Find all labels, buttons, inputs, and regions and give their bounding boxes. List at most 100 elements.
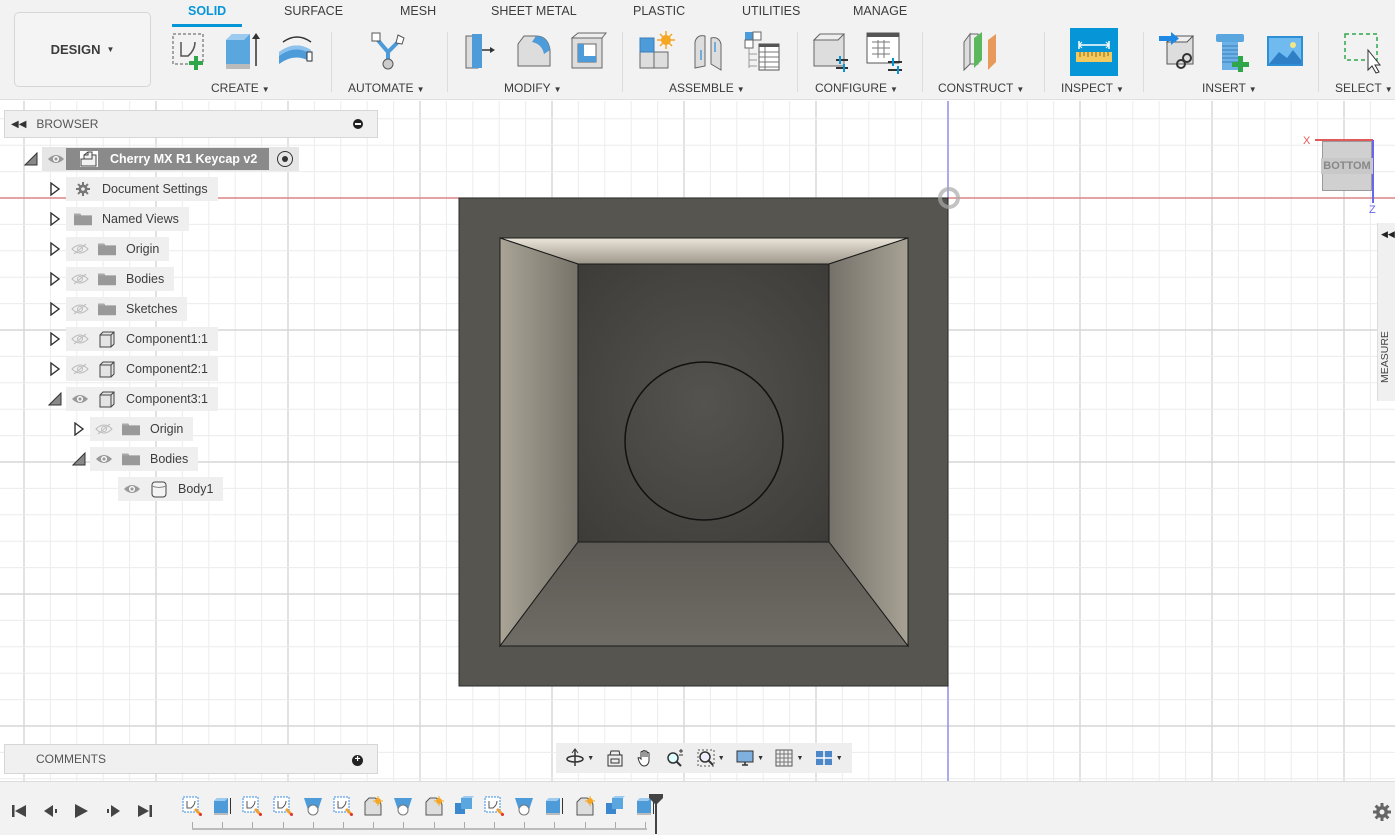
modify-menu[interactable]: MODIFY ▼: [504, 81, 562, 95]
timeline-feature-sketch[interactable]: [273, 796, 293, 816]
tab-mesh[interactable]: MESH: [400, 4, 436, 18]
look-at-button[interactable]: [605, 747, 625, 769]
tree-item-box[interactable]: Origin: [90, 417, 194, 441]
tree-item-box[interactable]: Bodies: [66, 267, 175, 291]
shell-icon[interactable]: [568, 30, 608, 74]
automate-icon[interactable]: [368, 30, 408, 74]
visibility-eye-icon[interactable]: [46, 152, 66, 166]
timeline-feature-sketch[interactable]: [333, 796, 353, 816]
expand-toggle-icon[interactable]: [48, 272, 62, 286]
tree-item[interactable]: Document Settings: [48, 177, 218, 201]
measure-panel[interactable]: ◀◀ MEASURE: [1377, 223, 1395, 401]
configuration-table-icon[interactable]: [864, 30, 904, 74]
tree-item-box[interactable]: Sketches: [66, 297, 188, 321]
keycap-model[interactable]: [0, 101, 1395, 781]
tree-item-box[interactable]: Origin: [66, 237, 170, 261]
activate-component-radio[interactable]: [277, 151, 294, 167]
hidden-eye-icon[interactable]: [70, 302, 90, 316]
revolve-icon[interactable]: [275, 30, 315, 74]
tree-item[interactable]: Sketches: [48, 297, 188, 321]
timeline-feature-fillet[interactable]: [575, 796, 595, 816]
timeline-feature-sketch[interactable]: [242, 796, 263, 816]
timeline-feature-fillet[interactable]: [363, 796, 384, 816]
collapse-toggle-icon[interactable]: [72, 452, 86, 466]
create-menu[interactable]: CREATE ▼: [211, 81, 270, 95]
tree-item[interactable]: Component2:1: [48, 357, 219, 381]
tab-sheet-metal[interactable]: SHEET METAL: [491, 4, 577, 18]
tree-item[interactable]: Origin: [72, 417, 194, 441]
hidden-eye-icon[interactable]: [70, 332, 90, 346]
tab-utilities[interactable]: UTILITIES: [742, 4, 800, 18]
tree-item-box[interactable]: Component1:1: [66, 327, 219, 351]
timeline-feature-sketch[interactable]: [484, 796, 504, 816]
collapse-toggle-icon[interactable]: [24, 152, 38, 166]
step-forward-button[interactable]: [104, 802, 122, 820]
timeline-feature-sketch[interactable]: [182, 796, 202, 816]
expand-toggle-icon[interactable]: [48, 362, 62, 376]
assemble-menu[interactable]: ASSEMBLE ▼: [669, 81, 745, 95]
minimize-browser-icon[interactable]: [353, 119, 363, 129]
tree-item-box[interactable]: Named Views: [66, 207, 189, 231]
new-component-icon[interactable]: [636, 30, 676, 74]
hidden-eye-icon[interactable]: [94, 422, 114, 436]
timeline-feature-hole[interactable]: [393, 796, 413, 816]
timeline-settings-button[interactable]: [1372, 802, 1392, 822]
expand-toggle-icon[interactable]: [48, 302, 62, 316]
expand-toggle-icon[interactable]: [72, 422, 86, 436]
tab-manage[interactable]: MANAGE: [853, 4, 907, 18]
inspect-menu[interactable]: INSPECT ▼: [1061, 81, 1124, 95]
grid-settings-button[interactable]: ▼: [774, 747, 803, 769]
play-button[interactable]: [72, 802, 90, 820]
insert-canvas-icon[interactable]: [1265, 30, 1305, 74]
timeline-feature-extrude[interactable]: [212, 796, 232, 816]
tree-item[interactable]: Component1:1: [48, 327, 219, 351]
expand-toggle-icon[interactable]: [48, 242, 62, 256]
visibility-eye-icon[interactable]: [70, 392, 90, 406]
tree-item-box[interactable]: Bodies: [90, 447, 199, 471]
tree-item-box[interactable]: Component3:1: [66, 387, 219, 411]
extrude-icon[interactable]: [222, 30, 262, 74]
timeline-feature-hole[interactable]: [303, 796, 323, 816]
tab-solid[interactable]: SOLID: [188, 4, 226, 18]
comments-panel[interactable]: COMMENTS +: [4, 744, 378, 774]
orbit-button[interactable]: ▼: [565, 747, 594, 769]
automate-menu[interactable]: AUTOMATE ▼: [348, 81, 424, 95]
go-to-end-button[interactable]: [136, 802, 154, 820]
tree-root[interactable]: Cherry MX R1 Keycap v2: [24, 147, 300, 171]
tree-item-box[interactable]: Body1: [118, 477, 224, 501]
timeline-feature-extrude[interactable]: [544, 796, 564, 816]
viewcube[interactable]: BOTTOM: [1321, 141, 1373, 191]
insert-menu[interactable]: INSERT ▼: [1202, 81, 1257, 95]
select-menu[interactable]: SELECT ▼: [1335, 81, 1393, 95]
step-back-button[interactable]: [42, 802, 60, 820]
collapse-browser-icon[interactable]: ◀◀: [11, 119, 26, 130]
measure-icon[interactable]: [1070, 28, 1118, 76]
timeline-marker[interactable]: [648, 794, 664, 834]
tree-item[interactable]: Component3:1: [48, 387, 219, 411]
tree-item-box[interactable]: Document Settings: [66, 177, 218, 201]
hidden-eye-icon[interactable]: [70, 362, 90, 376]
tree-item[interactable]: Origin: [48, 237, 170, 261]
timeline-feature-hole[interactable]: [514, 796, 534, 816]
browser-panel-header[interactable]: ◀◀ BROWSER: [4, 110, 378, 138]
fit-button[interactable]: ▼: [696, 747, 725, 769]
joint-icon[interactable]: [689, 30, 729, 74]
timeline-feature-combine[interactable]: [605, 796, 625, 816]
bill-of-materials-icon[interactable]: [743, 30, 783, 74]
go-to-start-button[interactable]: [10, 802, 28, 820]
tab-surface[interactable]: SURFACE: [284, 4, 343, 18]
configure-icon[interactable]: [810, 30, 850, 74]
timeline-feature-combine[interactable]: [454, 796, 474, 816]
collapse-toggle-icon[interactable]: [48, 392, 62, 406]
construct-menu[interactable]: CONSTRUCT ▼: [938, 81, 1024, 95]
viewport-canvas[interactable]: X Z BOTTOM: [0, 101, 1395, 781]
offset-plane-icon[interactable]: [960, 30, 1000, 74]
add-comment-icon[interactable]: +: [352, 755, 363, 766]
visibility-eye-icon[interactable]: [94, 452, 114, 466]
zoom-button[interactable]: [665, 747, 685, 769]
pan-button[interactable]: [635, 747, 655, 769]
fillet-icon[interactable]: [514, 30, 554, 74]
tree-item-box[interactable]: Component2:1: [66, 357, 219, 381]
tab-plastic[interactable]: PLASTIC: [633, 4, 685, 18]
root-node[interactable]: Cherry MX R1 Keycap v2: [42, 147, 300, 171]
